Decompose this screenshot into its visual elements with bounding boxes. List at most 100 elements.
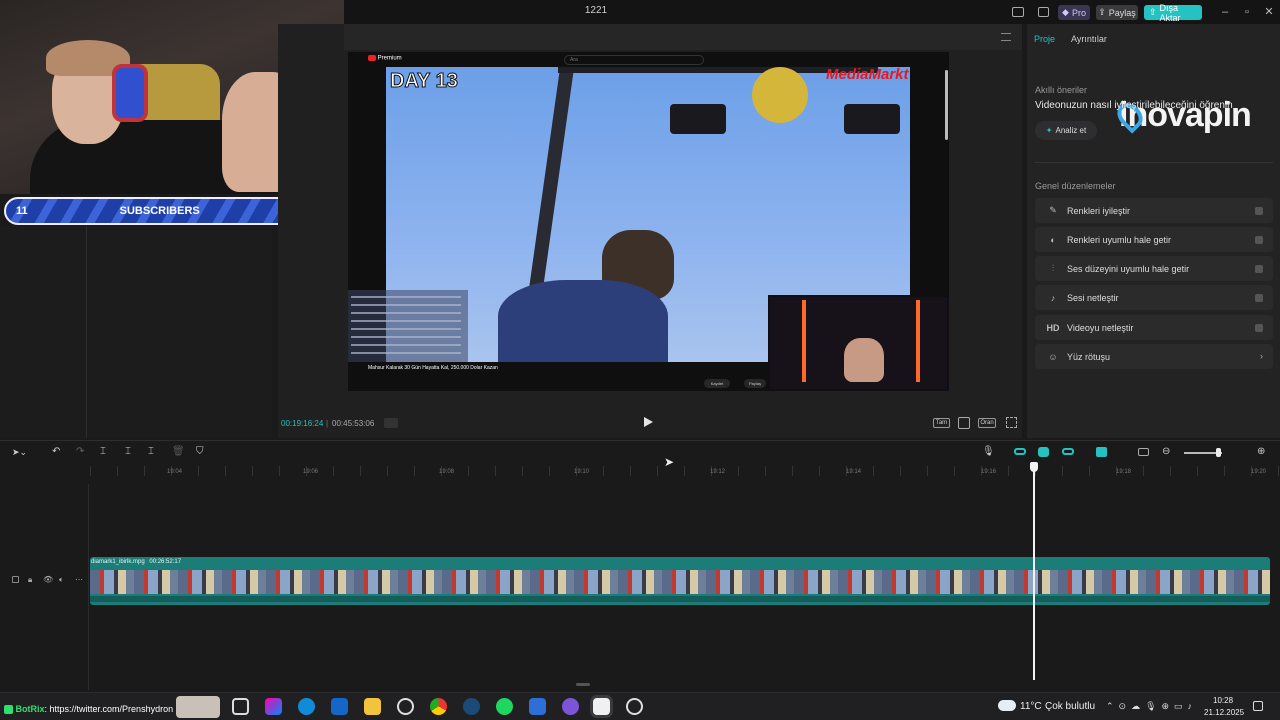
grid-icon[interactable] [384,418,398,428]
spotify-icon[interactable] [496,698,513,715]
maximize-icon[interactable]: ▫ [1236,4,1258,20]
caption-icon[interactable] [1138,448,1149,456]
fullscreen-icon[interactable] [1006,417,1017,428]
delete-icon[interactable]: 🗑 [172,446,185,457]
ruler-tick: 19:16 [981,469,997,475]
option-match-colors[interactable]: ◐ Renkleri uyumlu hale getir [1035,227,1273,252]
full-quality-button[interactable]: Tam [933,418,950,428]
option-face-retouch[interactable]: ☺ Yüz rötuşu › [1035,344,1273,369]
option-enhance-colors[interactable]: ✎ Renkleri iyileştir [1035,198,1273,223]
toggle-switch[interactable] [1255,235,1263,244]
tab-project[interactable]: Proje [1034,34,1055,44]
ruler-tick: 19:06 [303,469,319,475]
pinned-thumb[interactable] [176,696,220,718]
snap-icon[interactable] [1062,448,1074,455]
chat-lines [351,296,461,360]
clip-audio-wave [90,596,1270,602]
current-time: 00:19:16:24 [281,419,324,428]
zoom-in-icon[interactable]: ⊕ [1257,446,1265,457]
option-clean-audio[interactable]: ♪ Sesi netleştir [1035,285,1273,310]
toggle-switch[interactable] [1255,293,1263,302]
select-tool-icon[interactable]: ➤⌄ [12,447,27,458]
copilot-icon[interactable] [265,698,282,715]
botrix-icon [4,705,13,715]
mouse-cursor-icon: ➤ [664,455,675,469]
yt-search-input[interactable]: Ara [564,55,704,65]
eye-icon[interactable]: 👁︎ [43,575,53,584]
ruler-tick: 19:08 [439,469,455,475]
discord-icon[interactable] [562,698,579,715]
yt-share-button[interactable]: Paylaş [744,379,766,388]
option-sharpen-video[interactable]: HD Videoyu netleştir [1035,315,1273,340]
clock-date[interactable]: 21.12.2025 [1204,708,1244,717]
speaker-icon[interactable]: 🔈︎ [59,575,64,585]
details-panel: Proje Ayrıntılar inovapin Akıllı önerile… [1027,24,1280,438]
close-icon[interactable]: ✕ [1258,4,1280,20]
more-icon[interactable]: ⋯ [75,575,83,584]
ruler-tick: 19:14 [846,469,862,475]
steam-icon[interactable] [463,698,480,715]
app-icon[interactable] [529,698,546,715]
xbox-icon[interactable] [397,698,414,715]
day-label: DAY 13 [390,70,459,93]
clock-time[interactable]: 10:28 [1213,696,1233,705]
tab-details[interactable]: Ayrıntılar [1071,34,1107,44]
window-title: 1221 [584,5,608,16]
pro-button[interactable]: ◆ Pro [1058,5,1090,20]
timeline-toolbar [0,444,1280,462]
share-button[interactable]: ⇪ Paylaş [1096,5,1138,20]
notification-icon[interactable] [1253,701,1263,711]
face-icon: ☺ [1048,351,1058,362]
sub-label: SUBSCRIBERS [119,205,200,217]
toggle-switch[interactable] [1255,323,1263,332]
export-button[interactable]: ⇧ Dışa Aktar [1144,3,1202,23]
toggle-switch[interactable] [1255,206,1263,215]
panel-divider [86,226,87,438]
microphone-icon[interactable]: 🎙 [982,446,995,457]
hd-icon: HD [1046,322,1060,333]
lock-icon[interactable]: 🔒︎ [28,575,32,585]
outlook-icon[interactable] [331,698,348,715]
playhead-handle[interactable] [1030,462,1038,472]
clip-label: diamark1_ibirlk.mpg 00:26:52:17 [91,559,181,565]
redo-icon[interactable]: ↷ [76,446,84,457]
zoom-slider-knob[interactable] [1216,448,1221,457]
snapshot-icon[interactable] [958,417,970,429]
undo-icon[interactable]: ↶ [52,446,60,457]
layout-icon[interactable] [1012,7,1024,17]
yt-like-button[interactable]: Kaydet [704,379,730,388]
clip-name: diamark1_ibirlk.mpg [91,559,145,565]
capcut-icon[interactable] [593,698,610,715]
analyze-button[interactable]: ✦ Analiz et [1035,121,1097,140]
folder-icon[interactable] [364,698,381,715]
play-button[interactable] [644,417,653,427]
minimize-icon[interactable]: – [1214,4,1236,20]
panel-icon[interactable] [1038,7,1049,17]
smart-suggestions-title: Akıllı öneriler [1035,85,1088,95]
tray-icons[interactable]: ⌃⊙☁🎙︎⊕▭♪ [1106,701,1197,712]
magnet-icon[interactable] [1038,447,1049,457]
track-header-divider [88,484,89,690]
ruler-tick: 19:12 [710,469,726,475]
playhead[interactable] [1033,462,1035,680]
player-menu-icon[interactable] [1001,33,1011,41]
person-body [498,280,668,370]
timeline-scrollbar[interactable] [576,683,590,686]
toggle-switch[interactable] [1255,264,1263,273]
task-view-icon[interactable] [232,698,249,715]
shield-icon[interactable]: ⛉ [196,446,204,457]
zoom-out-icon[interactable]: ⊖ [1162,446,1170,457]
trim-left-icon[interactable]: ⌶ [125,446,131,457]
chrome-icon[interactable] [430,698,447,715]
split-icon[interactable]: ⌶ [100,446,106,457]
right-scrollbar[interactable] [945,70,948,140]
preview-icon[interactable] [1096,447,1107,457]
obs-icon[interactable] [626,698,643,715]
link-icon[interactable] [1014,448,1026,455]
edge-icon[interactable] [298,698,315,715]
track-lock-icon[interactable] [12,576,19,583]
ratio-button[interactable]: Oran [978,418,996,428]
ruler-tick: 19:04 [167,469,183,475]
option-match-volume[interactable]: ⫶ Ses düzeyini uyumlu hale getir [1035,256,1273,281]
trim-right-icon[interactable]: ⌶ [148,446,154,457]
